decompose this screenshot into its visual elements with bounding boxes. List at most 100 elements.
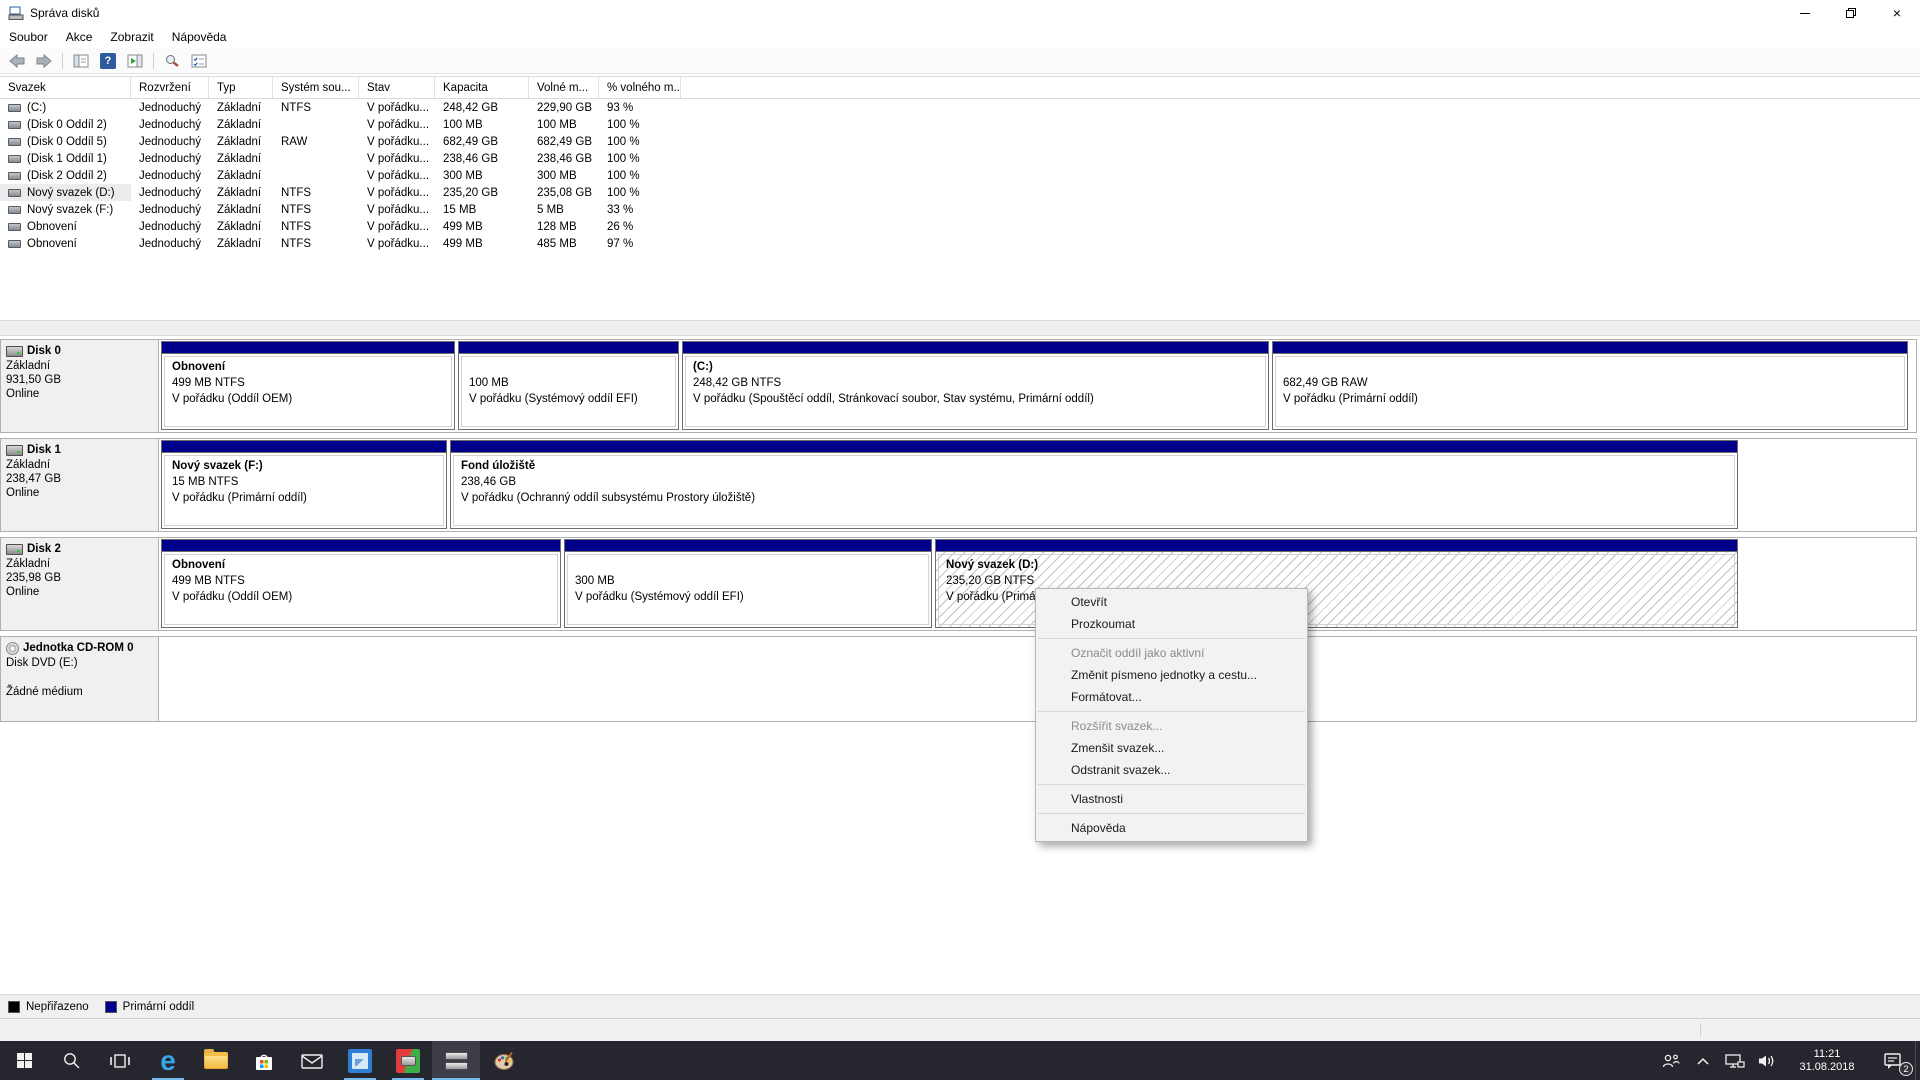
- volume-cell: V pořádku...: [359, 201, 435, 218]
- view-options-icon[interactable]: [188, 51, 210, 71]
- volume-cell: V pořádku...: [359, 167, 435, 184]
- disk-header[interactable]: Disk 1Základní238,47 GBOnline: [1, 439, 159, 531]
- volume-cell: (Disk 1 Oddíl 1): [0, 150, 131, 167]
- partition[interactable]: 100 MBV pořádku (Systémový oddíl EFI): [458, 341, 679, 430]
- pane-splitter[interactable]: [0, 320, 1920, 336]
- partition[interactable]: (C:)248,42 GB NTFSV pořádku (Spouštěcí o…: [682, 341, 1269, 430]
- context-menu-item: Rozšířit svazek...: [1036, 715, 1307, 737]
- mail-icon: [300, 1051, 324, 1071]
- volume-cell: 238,46 GB: [435, 150, 529, 167]
- partition[interactable]: Nový svazek (F:)15 MB NTFSV pořádku (Pri…: [161, 440, 447, 529]
- start-button[interactable]: [0, 1041, 48, 1080]
- taskbar-hw-app-button[interactable]: [384, 1041, 432, 1080]
- search-icon: [62, 1051, 82, 1071]
- partition[interactable]: Obnovení499 MB NTFSV pořádku (Oddíl OEM): [161, 341, 455, 430]
- partition[interactable]: 300 MBV pořádku (Systémový oddíl EFI): [564, 539, 932, 628]
- volume-row[interactable]: ObnoveníJednoduchýZákladníNTFSV pořádku.…: [0, 218, 1920, 235]
- volume-cell: (C:): [0, 99, 131, 116]
- disk-management-app-icon: [8, 5, 24, 21]
- volume-cell: (Disk 2 Oddíl 2): [0, 167, 131, 184]
- volume-row[interactable]: (Disk 1 Oddíl 1)JednoduchýZákladníV pořá…: [0, 150, 1920, 167]
- disk-header[interactable]: Disk 0Základní931,50 GBOnline: [1, 340, 159, 432]
- menu-napoveda[interactable]: Nápověda: [163, 26, 236, 48]
- context-menu-item[interactable]: Otevřít: [1036, 591, 1307, 613]
- partition-color-bar: [1273, 342, 1907, 354]
- action-pane-icon[interactable]: [124, 51, 146, 71]
- column-header-stav[interactable]: Stav: [359, 77, 435, 98]
- volume-name: Nový svazek (D:): [27, 187, 115, 199]
- partition[interactable]: Obnovení499 MB NTFSV pořádku (Oddíl OEM): [161, 539, 561, 628]
- back-icon[interactable]: [6, 51, 28, 71]
- properties-icon[interactable]: [161, 51, 183, 71]
- column-header-volne-misto[interactable]: Volné m...: [529, 77, 599, 98]
- taskbar-paint-button[interactable]: [480, 1041, 528, 1080]
- volume-button[interactable]: [1751, 1041, 1783, 1080]
- taskbar-clock[interactable]: 11:21 31.08.2018: [1783, 1041, 1871, 1080]
- network-icon: [1724, 1052, 1746, 1070]
- cdrom-label[interactable]: Jednotka CD-ROM 0 Disk DVD (E:) Žádné mé…: [1, 637, 159, 721]
- menu-akce[interactable]: Akce: [57, 26, 102, 48]
- volume-cell: [273, 116, 359, 133]
- disk-utility-app-icon: [396, 1049, 420, 1073]
- volume-cell: Základní: [209, 116, 273, 133]
- taskbar-file-explorer-button[interactable]: [192, 1041, 240, 1080]
- volume-row[interactable]: (Disk 0 Oddíl 5)JednoduchýZákladníRAWV p…: [0, 133, 1920, 150]
- disk-size: 235,98 GB: [6, 571, 153, 585]
- volume-row[interactable]: (Disk 0 Oddíl 2)JednoduchýZákladníV pořá…: [0, 116, 1920, 133]
- column-header-svazek[interactable]: Svazek: [0, 77, 131, 98]
- forward-icon[interactable]: [33, 51, 55, 71]
- cdrom-row[interactable]: Jednotka CD-ROM 0 Disk DVD (E:) Žádné mé…: [0, 636, 1917, 722]
- taskbar-disk-management-button[interactable]: [432, 1041, 480, 1080]
- volume-row[interactable]: (Disk 2 Oddíl 2)JednoduchýZákladníV pořá…: [0, 167, 1920, 184]
- column-header-typ[interactable]: Typ: [209, 77, 273, 98]
- volume-row[interactable]: (C:)JednoduchýZákladníNTFSV pořádku...24…: [0, 99, 1920, 116]
- desktop: Správa disků × Soubor Akce Zobrazit Nápo…: [0, 0, 1920, 1080]
- context-menu-item[interactable]: Změnit písmeno jednotky a cestu...: [1036, 664, 1307, 686]
- column-header-kapacita[interactable]: Kapacita: [435, 77, 529, 98]
- taskbar-blue-app-button[interactable]: [336, 1041, 384, 1080]
- context-menu-item[interactable]: Zmenšit svazek...: [1036, 737, 1307, 759]
- context-menu-item[interactable]: Prozkoumat: [1036, 613, 1307, 635]
- menu-zobrazit[interactable]: Zobrazit: [101, 26, 162, 48]
- legend-label: Nepřiřazeno: [26, 1001, 89, 1013]
- minimize-button[interactable]: [1782, 0, 1828, 26]
- taskbar-mail-button[interactable]: [288, 1041, 336, 1080]
- partition-color-bar: [162, 540, 560, 552]
- partition[interactable]: Fond úložiště238,46 GBV pořádku (Ochrann…: [450, 440, 1738, 529]
- taskbar-store-button[interactable]: [240, 1041, 288, 1080]
- console-tree-icon[interactable]: [70, 51, 92, 71]
- context-menu-item[interactable]: Nápověda: [1036, 817, 1307, 839]
- edge-icon: e: [160, 1047, 176, 1075]
- context-menu-item[interactable]: Odstranit svazek...: [1036, 759, 1307, 781]
- column-header-procento-volneho[interactable]: % volného m...: [599, 77, 681, 98]
- taskbar-edge-button[interactable]: e: [144, 1041, 192, 1080]
- context-menu-item[interactable]: Formátovat...: [1036, 686, 1307, 708]
- cdrom-icon: [6, 642, 19, 655]
- action-center-button[interactable]: 2: [1871, 1041, 1915, 1080]
- disk-header[interactable]: Disk 2Základní235,98 GBOnline: [1, 538, 159, 630]
- volume-cell: 300 MB: [529, 167, 599, 184]
- volume-cell: Základní: [209, 218, 273, 235]
- partition-title: [575, 557, 921, 573]
- volume-cell: 499 MB: [435, 235, 529, 252]
- help-icon[interactable]: ?: [97, 51, 119, 71]
- tray-overflow-button[interactable]: [1687, 1041, 1719, 1080]
- search-button[interactable]: [48, 1041, 96, 1080]
- volume-row[interactable]: Nový svazek (F:)JednoduchýZákladníNTFSV …: [0, 201, 1920, 218]
- menu-soubor[interactable]: Soubor: [0, 26, 57, 48]
- task-view-button[interactable]: [96, 1041, 144, 1080]
- volume-cell: 300 MB: [435, 167, 529, 184]
- volume-row[interactable]: ObnoveníJednoduchýZákladníNTFSV pořádku.…: [0, 235, 1920, 252]
- network-button[interactable]: [1719, 1041, 1751, 1080]
- restore-button[interactable]: [1828, 0, 1874, 26]
- column-header-system-souboru[interactable]: Systém sou...: [273, 77, 359, 98]
- show-desktop-button[interactable]: [1915, 1041, 1920, 1080]
- close-button[interactable]: ×: [1874, 0, 1920, 26]
- volume-cell: Jednoduchý: [131, 167, 209, 184]
- column-header-rozvrzeni[interactable]: Rozvržení: [131, 77, 209, 98]
- people-button[interactable]: [1655, 1041, 1687, 1080]
- disk-row: Disk 2Základní235,98 GBOnlineObnovení499…: [0, 537, 1917, 631]
- context-menu-item[interactable]: Vlastnosti: [1036, 788, 1307, 810]
- partition[interactable]: 682,49 GB RAWV pořádku (Primární oddíl): [1272, 341, 1908, 430]
- volume-row[interactable]: Nový svazek (D:)JednoduchýZákladníNTFSV …: [0, 184, 1920, 201]
